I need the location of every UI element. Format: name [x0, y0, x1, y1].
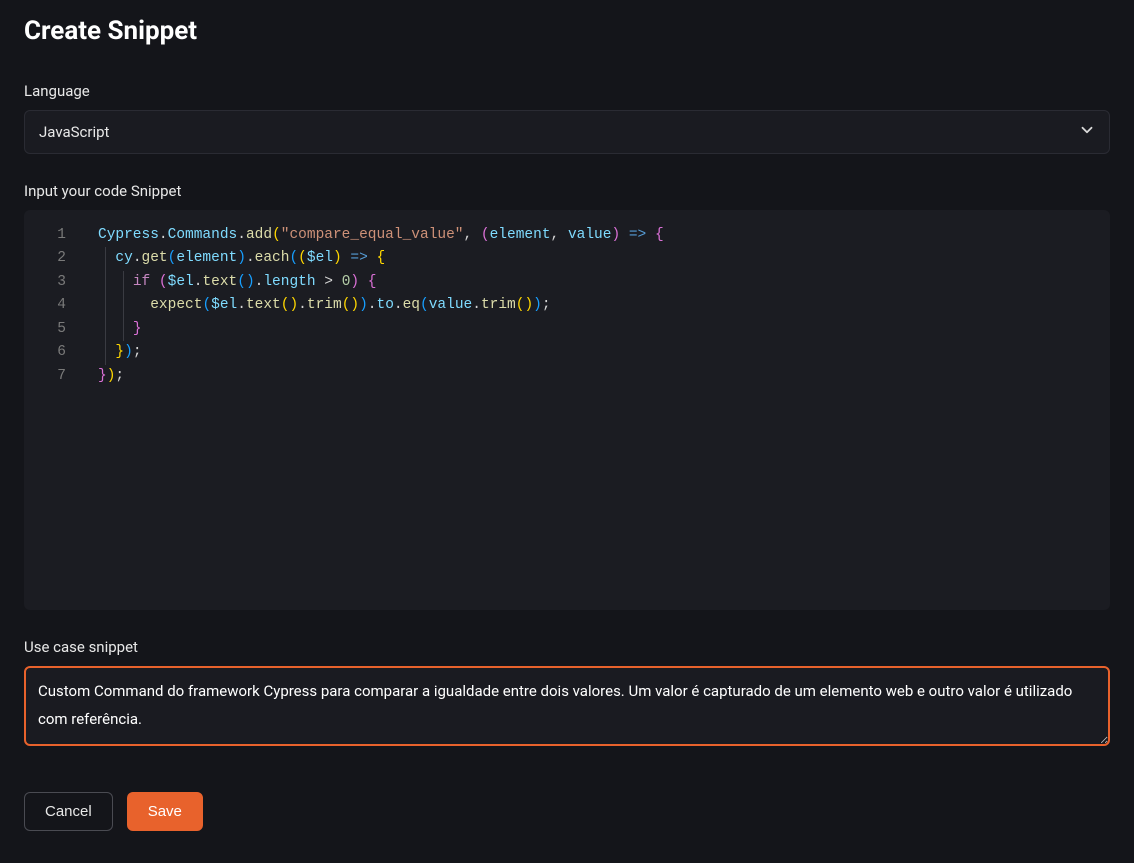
line-number: 2 — [24, 247, 78, 270]
line-content: cy.get(element).each(($el) => { — [78, 247, 385, 270]
code-line: 2 cy.get(element).each(($el) => { — [24, 247, 1110, 270]
code-label: Input your code Snippet — [24, 182, 1110, 200]
form-actions: Cancel Save — [24, 792, 1110, 831]
line-content: }); — [78, 341, 142, 364]
code-line: 7}); — [24, 365, 1110, 388]
code-editor[interactable]: 1Cypress.Commands.add("compare_equal_val… — [24, 210, 1110, 610]
usecase-label: Use case snippet — [24, 638, 1110, 656]
line-number: 7 — [24, 365, 78, 388]
code-line: 1Cypress.Commands.add("compare_equal_val… — [24, 224, 1110, 247]
line-content: }); — [78, 365, 124, 388]
line-number: 3 — [24, 271, 78, 294]
save-button[interactable]: Save — [127, 792, 203, 831]
language-select[interactable]: JavaScript — [24, 110, 1110, 154]
page-title: Create Snippet — [24, 16, 1110, 46]
code-line: 3 if ($el.text().length > 0) { — [24, 271, 1110, 294]
cancel-button[interactable]: Cancel — [24, 792, 113, 831]
line-number: 5 — [24, 318, 78, 341]
line-content: expect($el.text().trim()).to.eq(value.tr… — [78, 294, 551, 317]
line-content: if ($el.text().length > 0) { — [78, 271, 377, 294]
line-number: 6 — [24, 341, 78, 364]
code-line: 6 }); — [24, 341, 1110, 364]
usecase-textarea[interactable] — [24, 666, 1110, 746]
language-label: Language — [24, 82, 1110, 100]
code-line: 4 expect($el.text().trim()).to.eq(value.… — [24, 294, 1110, 317]
line-content: Cypress.Commands.add("compare_equal_valu… — [78, 224, 664, 247]
line-content: } — [78, 318, 142, 341]
line-number: 4 — [24, 294, 78, 317]
line-number: 1 — [24, 224, 78, 247]
code-line: 5 } — [24, 318, 1110, 341]
language-select-wrap: JavaScript — [24, 110, 1110, 154]
